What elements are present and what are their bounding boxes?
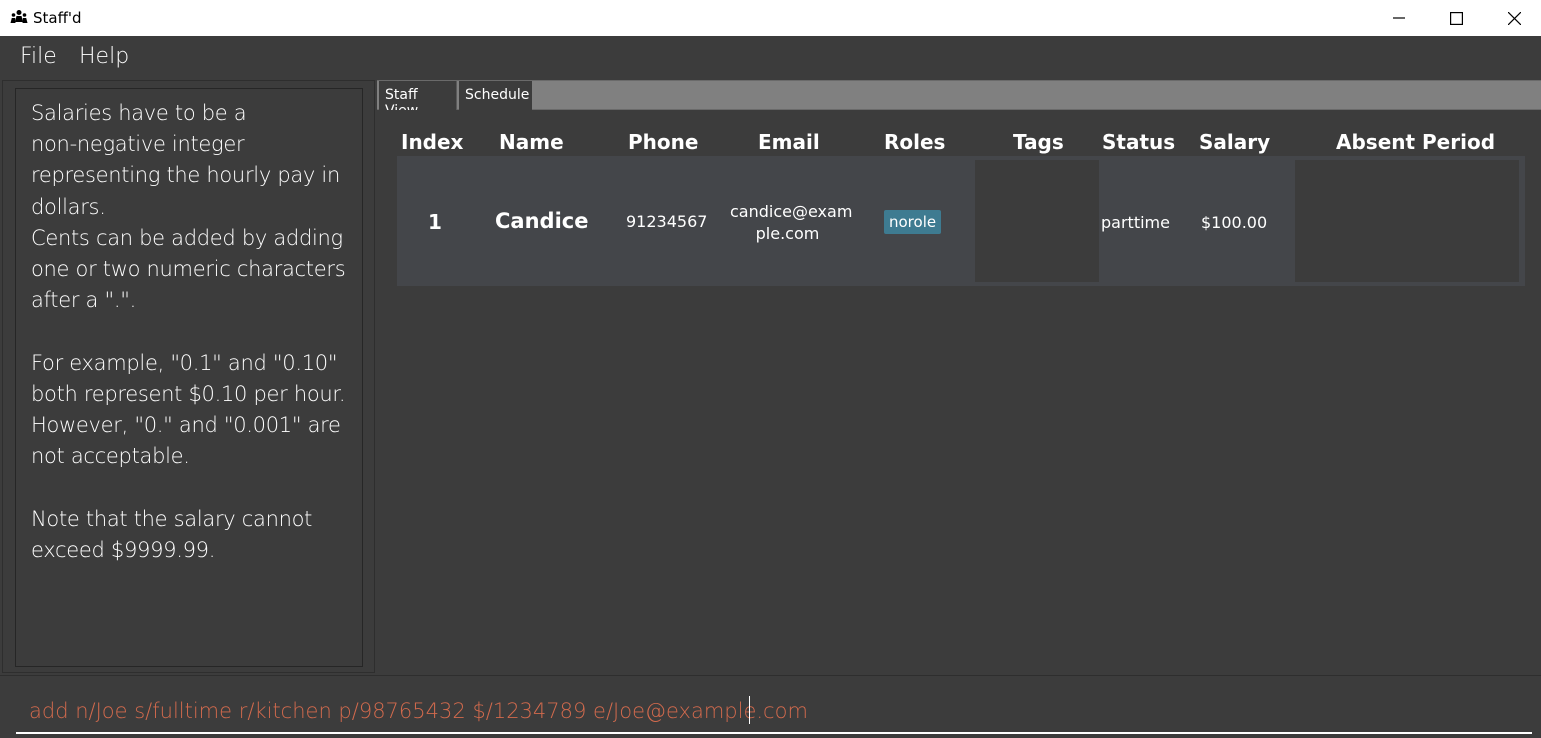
absent-period-cell [1295, 160, 1519, 282]
minimize-icon [1393, 17, 1405, 19]
title-bar: Staff'd [0, 0, 1541, 36]
text-caret [749, 696, 750, 724]
tab-bar [377, 80, 1541, 110]
minimize-button[interactable] [1376, 0, 1422, 36]
menu-file[interactable]: File [20, 44, 57, 69]
row-salary: $100.00 [1201, 213, 1268, 232]
header-tags: Tags [1013, 130, 1064, 154]
header-name: Name [499, 130, 564, 154]
row-index: 1 [428, 210, 442, 234]
row-email-line1: candice@exam [730, 202, 853, 221]
header-salary: Salary [1199, 130, 1271, 154]
result-message: Salaries have to be a non-negative integ… [31, 101, 346, 562]
header-absent-period: Absent Period [1336, 130, 1496, 154]
header-index: Index [401, 130, 464, 154]
staff-group-icon [10, 10, 28, 23]
tab-staff-view[interactable]: Staff View [379, 81, 457, 119]
menu-help[interactable]: Help [79, 44, 129, 69]
close-button[interactable] [1491, 0, 1537, 36]
row-email-line2: ple.com [755, 224, 820, 243]
maximize-button[interactable] [1433, 0, 1479, 36]
header-status: Status [1102, 130, 1176, 154]
command-input[interactable] [16, 688, 1532, 734]
tags-cell [975, 160, 1099, 282]
maximize-icon [1449, 11, 1463, 25]
row-name: Candice [495, 209, 589, 233]
row-status: parttime [1101, 213, 1170, 232]
header-email: Email [758, 130, 820, 154]
row-phone: 91234567 [626, 212, 708, 231]
header-phone: Phone [628, 130, 699, 154]
close-icon [1507, 11, 1521, 25]
window-title: Staff'd [33, 9, 82, 27]
menu-bar: File Help [0, 36, 1541, 78]
role-tag: norole [884, 210, 942, 234]
tab-schedule[interactable]: Schedule [459, 81, 532, 110]
header-roles: Roles [884, 130, 946, 154]
